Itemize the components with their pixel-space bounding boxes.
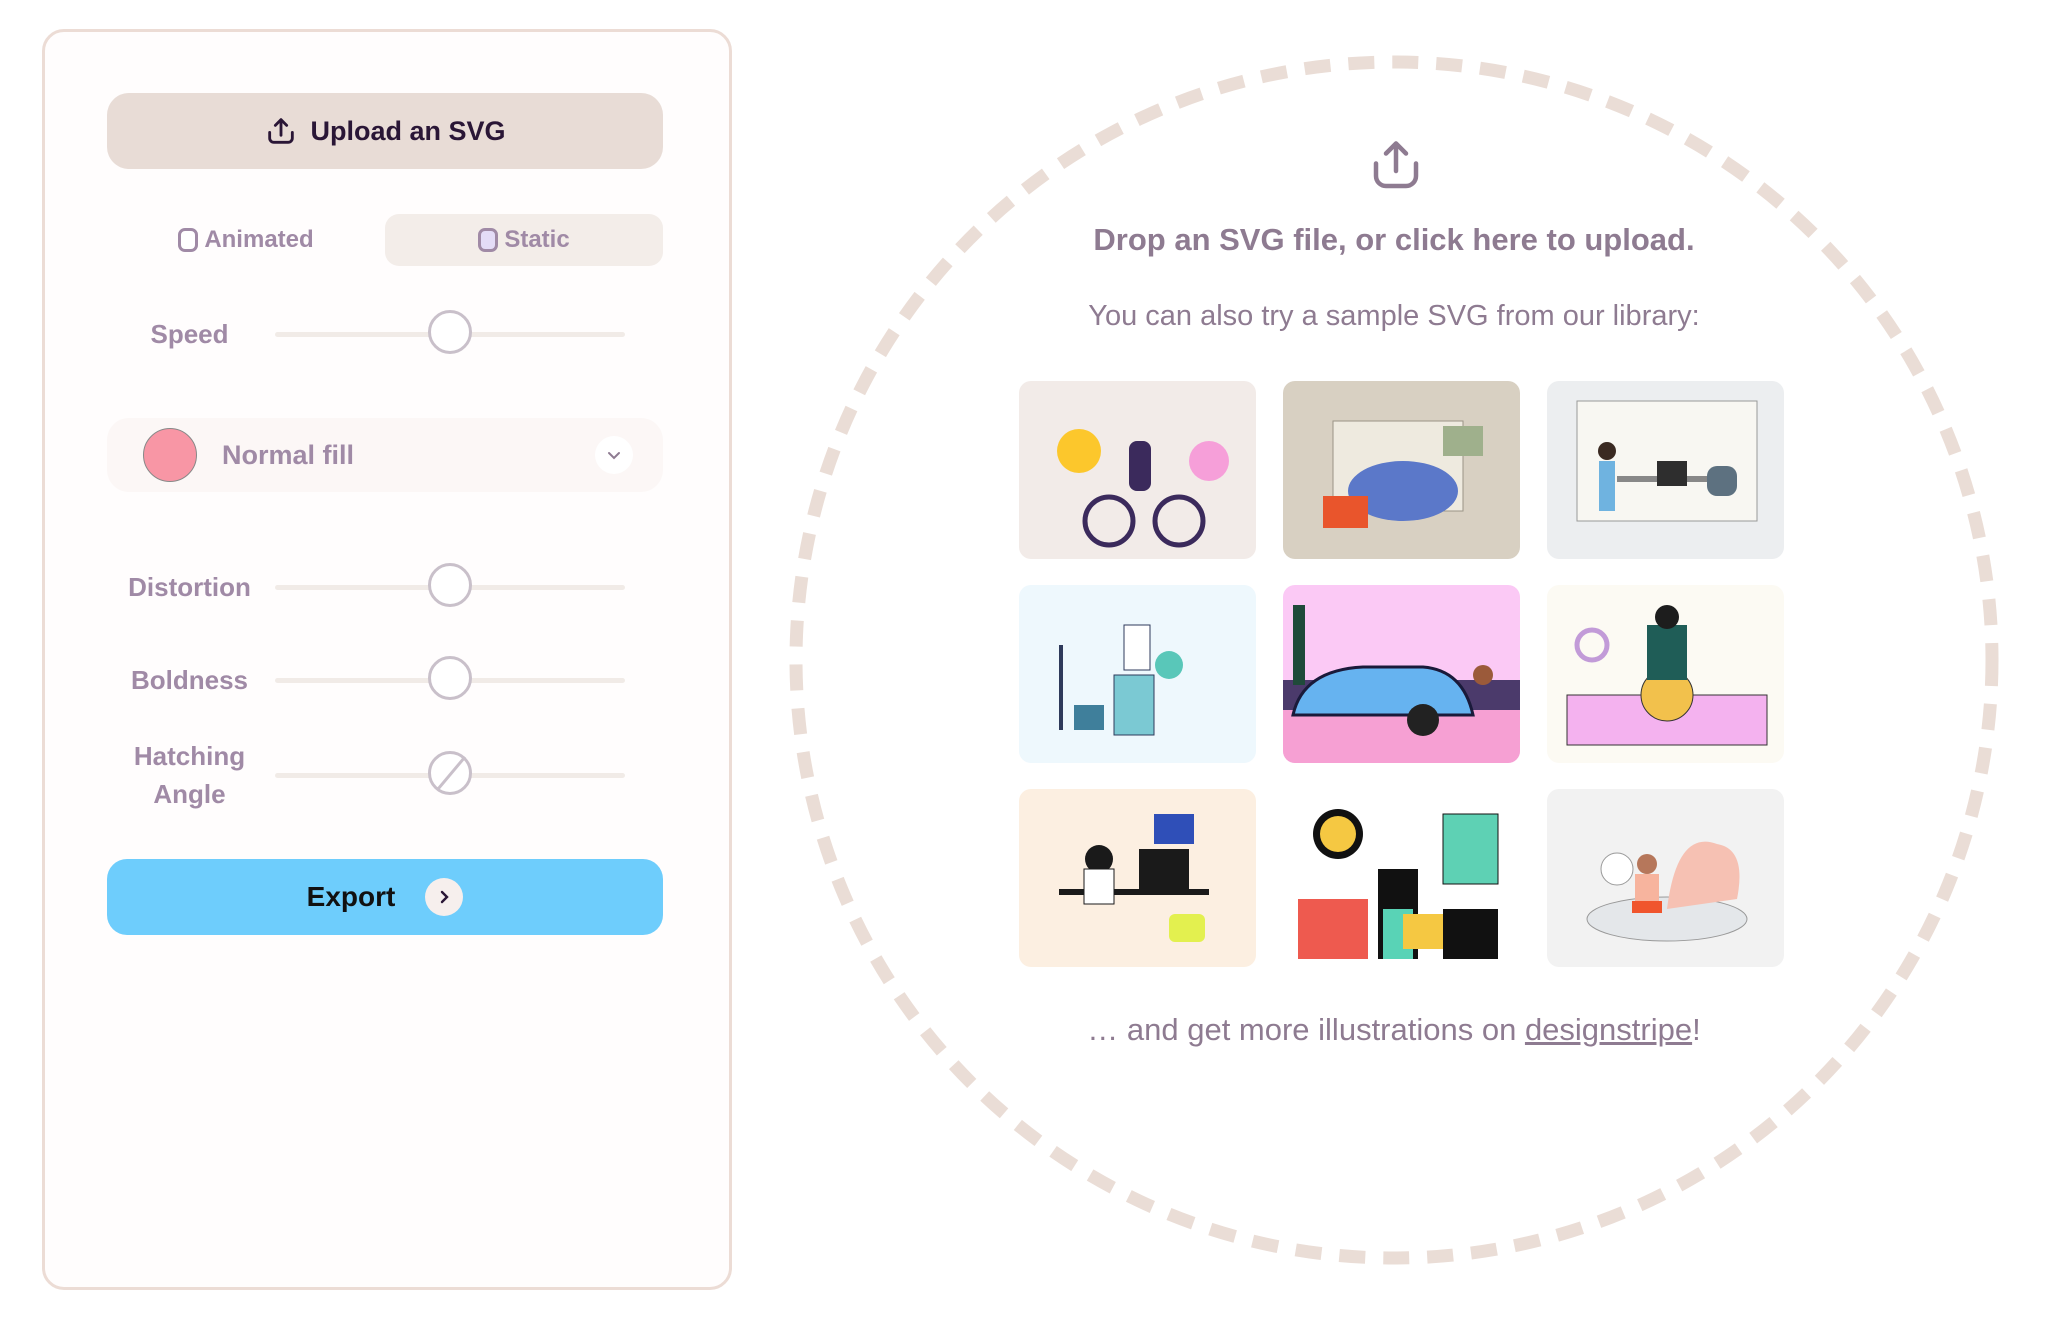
sample-thumb[interactable]: [1547, 381, 1784, 559]
hatching-angle-label: Hatching Angle: [107, 737, 272, 813]
chevron-right-icon: [425, 878, 464, 916]
footer-suffix: !: [1692, 1012, 1701, 1047]
fill-style-select[interactable]: Normal fill: [107, 418, 663, 492]
fill-style-label: Normal fill: [222, 439, 355, 470]
sample-thumb[interactable]: [1283, 381, 1520, 559]
hatching-angle-label-line1: Hatching: [133, 741, 246, 771]
sample-illustration-icon: [1586, 841, 1748, 942]
hatching-angle-slider-knob[interactable]: [428, 751, 472, 795]
distortion-slider-knob[interactable]: [428, 563, 472, 607]
export-button[interactable]: Export: [107, 859, 663, 935]
sample-illustration-icon: [1298, 809, 1499, 959]
export-label: Export: [306, 881, 396, 912]
hatching-angle-label-line2: Angle: [153, 779, 226, 809]
sample-thumb[interactable]: [1547, 789, 1784, 967]
distortion-row: Distortion: [107, 563, 663, 611]
hatching-angle-row: Hatching Angle: [107, 737, 663, 813]
boldness-slider-knob[interactable]: [428, 656, 472, 700]
mode-animated-label: Animated: [204, 226, 314, 253]
sample-thumb[interactable]: [1283, 585, 1520, 763]
footer-prefix: … and get more illustrations on: [1087, 1012, 1525, 1047]
animated-checkbox-icon: [178, 228, 199, 252]
drop-zone-footer: … and get more illustrations on designst…: [900, 1012, 1888, 1048]
boldness-row: Boldness: [107, 656, 663, 704]
boldness-label: Boldness: [130, 665, 249, 695]
sample-illustration-icon: [1059, 814, 1209, 942]
boldness-slider[interactable]: [275, 656, 625, 704]
sample-illustration-icon: [1059, 624, 1183, 736]
fill-color-swatch[interactable]: [143, 428, 197, 482]
sample-thumb[interactable]: [1547, 585, 1784, 763]
sample-illustration-icon: [1323, 420, 1483, 528]
chevron-down-icon[interactable]: [595, 436, 633, 474]
sample-illustration-icon: [1566, 605, 1768, 746]
sample-illustration-icon: [1283, 605, 1520, 763]
drop-zone-title[interactable]: Drop an SVG file, or click here to uploa…: [900, 222, 1888, 258]
speed-label: Speed: [150, 319, 229, 349]
sample-thumb[interactable]: [1019, 381, 1256, 559]
drop-zone-subtitle: You can also try a sample SVG from our l…: [1088, 300, 1700, 332]
controls-panel: Upload an SVG Animated Static Speed Norm…: [42, 29, 732, 1290]
speed-row: Speed: [107, 310, 663, 358]
mode-static[interactable]: Static: [385, 214, 663, 266]
upload-svg-label: Upload an SVG: [310, 115, 506, 146]
sample-thumb[interactable]: [1019, 789, 1256, 967]
upload-icon: [1373, 141, 1419, 189]
mode-static-label: Static: [504, 226, 570, 253]
sample-illustration-icon: [1576, 400, 1758, 522]
upload-icon: [268, 118, 295, 144]
mode-animated[interactable]: Animated: [107, 214, 385, 266]
sample-thumb[interactable]: [1283, 789, 1520, 967]
distortion-slider[interactable]: [275, 563, 625, 611]
designstripe-link[interactable]: designstripe: [1525, 1012, 1692, 1047]
sample-illustration-icon: [1057, 429, 1229, 548]
mode-toggle: Animated Static: [107, 214, 663, 266]
sample-library-grid: [1019, 381, 1784, 967]
speed-slider[interactable]: [275, 310, 625, 358]
static-checkbox-icon: [478, 228, 499, 252]
speed-slider-knob[interactable]: [428, 310, 472, 354]
upload-svg-button[interactable]: Upload an SVG: [107, 93, 663, 169]
distortion-label: Distortion: [128, 572, 251, 602]
sample-thumb[interactable]: [1019, 585, 1256, 763]
hatching-angle-slider[interactable]: [275, 751, 625, 799]
